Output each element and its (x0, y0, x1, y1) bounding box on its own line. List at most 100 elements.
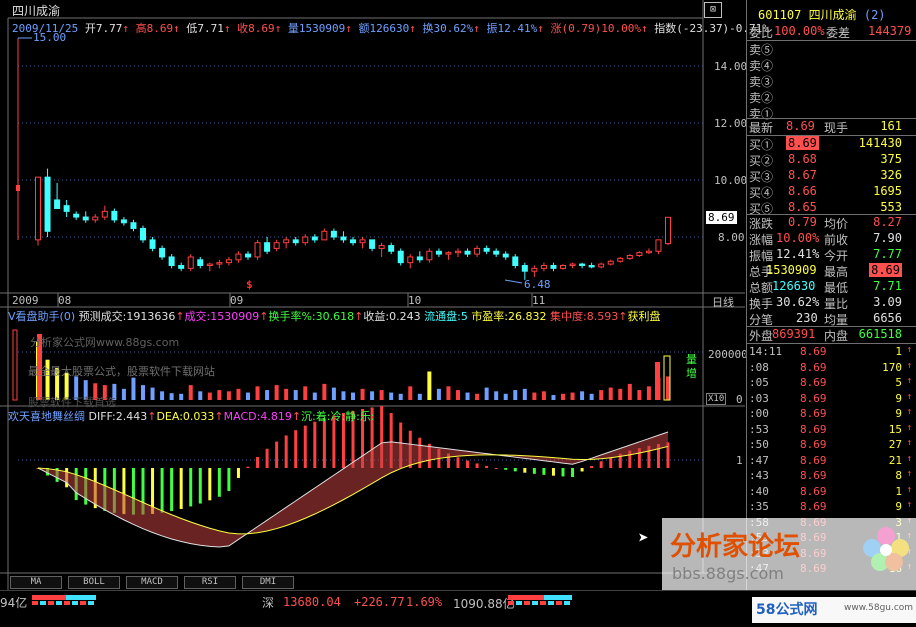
low-marker: 6.48 (524, 278, 551, 291)
volume-bar (475, 393, 480, 400)
tick-volume: 5 (895, 376, 902, 389)
macd-hist-bar (523, 468, 527, 473)
tick-time: :35 (749, 500, 769, 513)
stat-label-huanshou: 换手 (749, 297, 774, 311)
candle-body (474, 247, 481, 255)
tick-price: 8.69 (800, 407, 827, 420)
macd-hist-bar (475, 463, 479, 468)
xianshou-value: 161 (880, 119, 902, 133)
indicator2-name[interactable]: 欢天喜地舞丝绸 (8, 410, 85, 423)
ind2-value-1: 0.033 (182, 410, 215, 423)
ind2-label-3: 沉: (301, 410, 316, 423)
tick-time: :50 (749, 438, 769, 451)
tick-price: 8.69 (800, 469, 827, 482)
indicator1-name[interactable]: V看盘助手(0) (8, 310, 75, 323)
change-label: 涨 (550, 22, 562, 35)
sell-label-5: 卖⑤ (749, 43, 774, 57)
low-marker-line (504, 279, 523, 284)
tab-ma[interactable]: MA (10, 576, 62, 589)
tick-direction-icon: ↑ (906, 345, 912, 355)
date-label-2009: 2009 (12, 294, 39, 307)
site-logo-58: 58公式网 www.58gu.com (752, 597, 916, 623)
candle-body (330, 230, 337, 238)
ind2-value-2: 4.819 (260, 410, 292, 423)
status-market: 深 (262, 596, 275, 610)
change-value: (0.79)10.00% (561, 22, 641, 35)
buy-label-4: 买④ (749, 186, 774, 200)
ind1-label-6: 集中度: (550, 310, 587, 323)
sell-signal-icon: $ (246, 278, 253, 291)
high-label: 高 (135, 22, 147, 35)
macd-hist-bar (179, 468, 183, 509)
volume-bar (417, 393, 422, 400)
tick-volume: 21 (888, 453, 902, 467)
tab-macd[interactable]: MACD (126, 576, 178, 589)
candle-body (636, 252, 643, 257)
volume-bar (360, 388, 365, 400)
amplitude-label: 振 (486, 22, 498, 35)
period-label[interactable]: 日线 (712, 294, 734, 310)
tick-volume: 170 (882, 360, 902, 374)
status-index: 13680.04 (283, 595, 341, 609)
volume-bar (226, 391, 231, 400)
volume-bar (246, 392, 250, 400)
sell-row-3[interactable]: 卖③ (746, 73, 916, 89)
volume-bar (465, 392, 470, 400)
macd-hist-bar (236, 468, 240, 478)
waipan-value: 869391 (772, 327, 816, 341)
volume-tag-2: 增 (686, 367, 697, 380)
candle-body (216, 262, 223, 265)
ind1-label-4: 流通盘: (424, 310, 461, 323)
volume-bar (322, 383, 327, 400)
macd-hist-bar (485, 465, 489, 468)
quote-title: 601107 四川成渝 (2) (758, 6, 886, 23)
volume-bar (522, 388, 527, 400)
volume-bar (436, 388, 441, 400)
buy-vol-1: 141430 (858, 136, 902, 150)
candle-body (455, 250, 461, 254)
tab-dmi[interactable]: DMI (242, 576, 294, 589)
tick-direction-icon: ↑ (906, 422, 912, 433)
candle-body (369, 239, 376, 249)
volume-bar (627, 383, 632, 400)
stat-value-junjia: 8.27 (873, 215, 902, 229)
stat-label-jinkai: 今开 (824, 249, 849, 263)
ind1-axis-unit: X10 (706, 393, 727, 405)
volume-bar (618, 388, 623, 400)
candle-body (512, 256, 519, 267)
volume-bar (655, 362, 660, 400)
tab-boll[interactable]: BOLL (68, 576, 120, 589)
candle-body (540, 265, 547, 269)
candle-body (426, 250, 433, 261)
candle-body (445, 252, 452, 255)
candle-body (130, 222, 137, 229)
sell-label-3: 卖③ (749, 75, 774, 89)
volume-bar (494, 391, 499, 400)
ind1-value-6: 8.593 (586, 310, 619, 323)
amount-value: 126630 (369, 22, 410, 35)
candle-body (159, 247, 166, 258)
tab-rsi[interactable]: RSI (184, 576, 236, 589)
tick-direction-icon: ↑ (906, 500, 912, 510)
buy-row-2[interactable]: 买② 8.68 375 (746, 152, 916, 168)
candle-body (254, 242, 261, 258)
indicator2-header: 欢天喜地舞丝绸 DIFF:2.443↑DEA:0.033↑MACD:4.819↑… (8, 410, 375, 423)
ind1-label-5: 市盈率: (471, 310, 509, 323)
tick-time: :40 (749, 484, 769, 498)
buy-row-4[interactable]: 买④ 8.66 1695 (746, 184, 916, 200)
price-tick-10: 10.00 (714, 174, 748, 187)
turnover-label: 换 (422, 22, 434, 35)
buy-row-1[interactable]: 买① 8.69 141430 (746, 136, 916, 152)
stat-row-4: 总额 126630 最低 7.71 (746, 279, 916, 295)
close-icon[interactable]: ⊠ (704, 2, 722, 18)
tick-time: :00 (749, 407, 769, 420)
volume-bar (398, 393, 403, 400)
macd-hist-bar (217, 468, 221, 497)
sell-row-4[interactable]: 卖④ (746, 57, 916, 73)
volume-bar (217, 390, 222, 400)
tick-volume: 9 (895, 407, 902, 420)
sell-row-5[interactable]: 卖⑤ (746, 41, 916, 57)
macd-hist-bar (189, 468, 193, 507)
buy-row-3[interactable]: 买③ 8.67 326 (746, 168, 916, 184)
sell-row-2[interactable]: 卖② (746, 89, 916, 105)
